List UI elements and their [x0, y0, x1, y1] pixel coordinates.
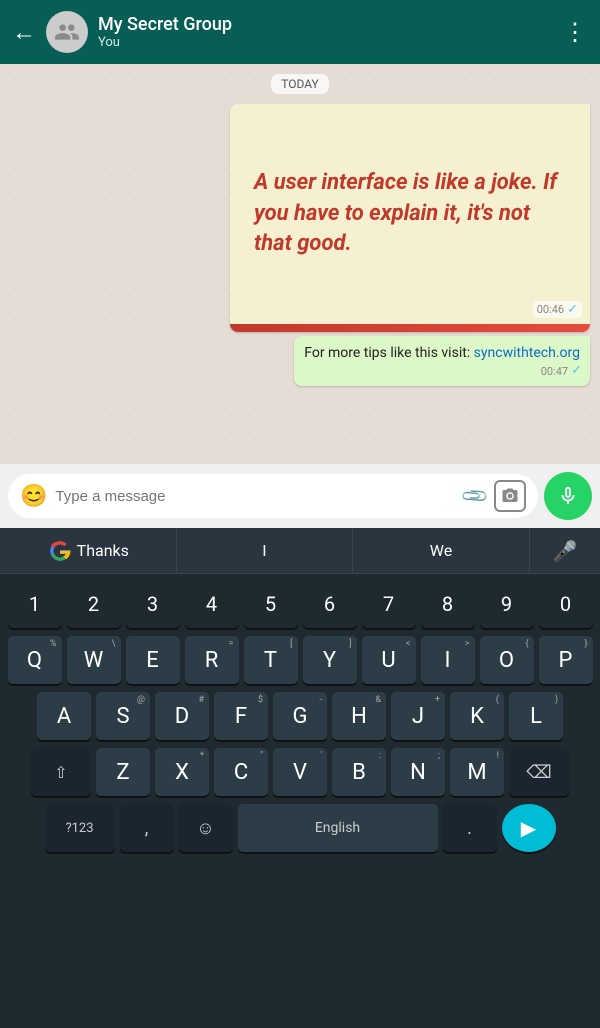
time-label: 00:46	[537, 303, 564, 316]
key-e[interactable]: E	[126, 636, 180, 684]
date-label: TODAY	[271, 74, 329, 94]
period-key[interactable]: .	[443, 804, 497, 852]
send-key[interactable]: ▶	[502, 804, 556, 852]
key-1[interactable]: 1	[8, 580, 62, 628]
bottom-row: ?123 , ☺ English . ▶	[4, 804, 596, 852]
key-x[interactable]: *X	[155, 748, 209, 796]
google-icon	[47, 538, 73, 564]
key-j[interactable]: +J	[391, 692, 445, 740]
key-m[interactable]: !M	[450, 748, 504, 796]
keyboard: Thanks I We 🎤 1 2 3 4 5 6 7 8 9 0 %Q \W	[0, 528, 600, 1028]
voice-message-button[interactable]	[544, 472, 592, 520]
camera-button[interactable]	[494, 480, 526, 512]
back-button[interactable]: ←	[12, 18, 36, 47]
key-u[interactable]: <U	[362, 636, 416, 684]
keyboard-suggestions-bar: Thanks I We 🎤	[0, 528, 600, 574]
message-input[interactable]	[55, 488, 455, 505]
image-message-wrap: ↩ A user interface is like a joke. If yo…	[10, 104, 590, 332]
more-options-button[interactable]: ⋮	[563, 18, 588, 46]
comma-key[interactable]: ,	[120, 804, 174, 852]
message-link[interactable]: syncwithtech.org	[474, 345, 580, 361]
attach-button[interactable]: 📎	[459, 481, 490, 512]
microphone-icon	[557, 485, 579, 507]
key-0[interactable]: 0	[539, 580, 593, 628]
key-4[interactable]: 4	[185, 580, 239, 628]
key-rows: 1 2 3 4 5 6 7 8 9 0 %Q \W E =R [T ]Y <U …	[0, 574, 600, 866]
key-q[interactable]: %Q	[8, 636, 62, 684]
chat-area: TODAY ↩ A user interface is like a joke.…	[0, 64, 600, 464]
key-c[interactable]: "C	[214, 748, 268, 796]
key-r[interactable]: =R	[185, 636, 239, 684]
key-8[interactable]: 8	[421, 580, 475, 628]
header-info: My Secret Group You	[98, 14, 553, 51]
symbols-key[interactable]: ?123	[45, 804, 115, 852]
image-bottom-bar	[230, 324, 590, 332]
suggestion-3: We	[430, 541, 452, 560]
key-7[interactable]: 7	[362, 580, 416, 628]
key-5[interactable]: 5	[244, 580, 298, 628]
key-2[interactable]: 2	[67, 580, 121, 628]
message-input-area: 😊 📎	[0, 464, 600, 528]
qwerty-row: %Q \W E =R [T ]Y <U >I {O }P	[4, 636, 596, 684]
key-d[interactable]: #D	[155, 692, 209, 740]
key-6[interactable]: 6	[303, 580, 357, 628]
key-p[interactable]: }P	[539, 636, 593, 684]
key-y[interactable]: ]Y	[303, 636, 357, 684]
image-message-bubble[interactable]: A user interface is like a joke. If you …	[230, 104, 590, 332]
suggestion-1: Thanks	[77, 541, 129, 560]
quote-text: A user interface is like a joke. If you …	[230, 148, 590, 280]
text-message-wrap: For more tips like this visit: syncwitht…	[10, 336, 590, 386]
message-input-box: 😊 📎	[8, 474, 538, 518]
camera-icon	[501, 487, 519, 505]
image-message-time: 00:46 ✓	[533, 301, 582, 318]
key-a[interactable]: A	[37, 692, 91, 740]
key-3[interactable]: 3	[126, 580, 180, 628]
key-f[interactable]: $F	[214, 692, 268, 740]
suggestion-mic[interactable]: 🎤	[530, 528, 600, 573]
key-n[interactable]: ;N	[391, 748, 445, 796]
key-w[interactable]: \W	[67, 636, 121, 684]
key-t[interactable]: [T	[244, 636, 298, 684]
number-row: 1 2 3 4 5 6 7 8 9 0	[4, 580, 596, 628]
text-before-link: For more tips like this visit:	[304, 345, 473, 361]
text-message-bubble[interactable]: For more tips like this visit: syncwitht…	[294, 336, 590, 386]
avatar[interactable]	[46, 11, 88, 53]
group-icon	[54, 19, 80, 45]
space-key[interactable]: English	[238, 804, 438, 852]
zxcv-row: ⇧ Z *X "C 'V :B ;N !M ⌫	[4, 748, 596, 796]
key-g[interactable]: -G	[273, 692, 327, 740]
key-v[interactable]: 'V	[273, 748, 327, 796]
backspace-key[interactable]: ⌫	[509, 748, 569, 796]
chat-title: My Secret Group	[98, 14, 553, 36]
read-tick-2: ✓	[571, 362, 582, 380]
emoji-button[interactable]: 😊	[20, 484, 47, 509]
emoji-key[interactable]: ☺	[179, 804, 233, 852]
time-label-2: 00:47	[541, 364, 568, 379]
key-l[interactable]: )L	[509, 692, 563, 740]
text-message-time: 00:47 ✓	[541, 362, 582, 380]
suggestion-we[interactable]: We	[353, 528, 530, 573]
chat-subtitle: You	[98, 35, 553, 50]
read-tick: ✓	[567, 302, 578, 317]
key-9[interactable]: 9	[480, 580, 534, 628]
key-i[interactable]: >I	[421, 636, 475, 684]
asdf-row: A @S #D $F -G &H +J (K )L	[4, 692, 596, 740]
suggestion-2: I	[262, 541, 266, 560]
message-image: A user interface is like a joke. If you …	[230, 104, 590, 324]
suggestion-i[interactable]: I	[177, 528, 354, 573]
key-k[interactable]: (K	[450, 692, 504, 740]
shift-key[interactable]: ⇧	[31, 748, 91, 796]
key-h[interactable]: &H	[332, 692, 386, 740]
suggestion-google[interactable]: Thanks	[0, 528, 177, 573]
key-z[interactable]: Z	[96, 748, 150, 796]
suggestion-mic-icon: 🎤	[552, 539, 577, 563]
key-o[interactable]: {O	[480, 636, 534, 684]
date-divider: TODAY	[10, 74, 590, 94]
key-b[interactable]: :B	[332, 748, 386, 796]
key-s[interactable]: @S	[96, 692, 150, 740]
app-header: ← My Secret Group You ⋮	[0, 0, 600, 64]
